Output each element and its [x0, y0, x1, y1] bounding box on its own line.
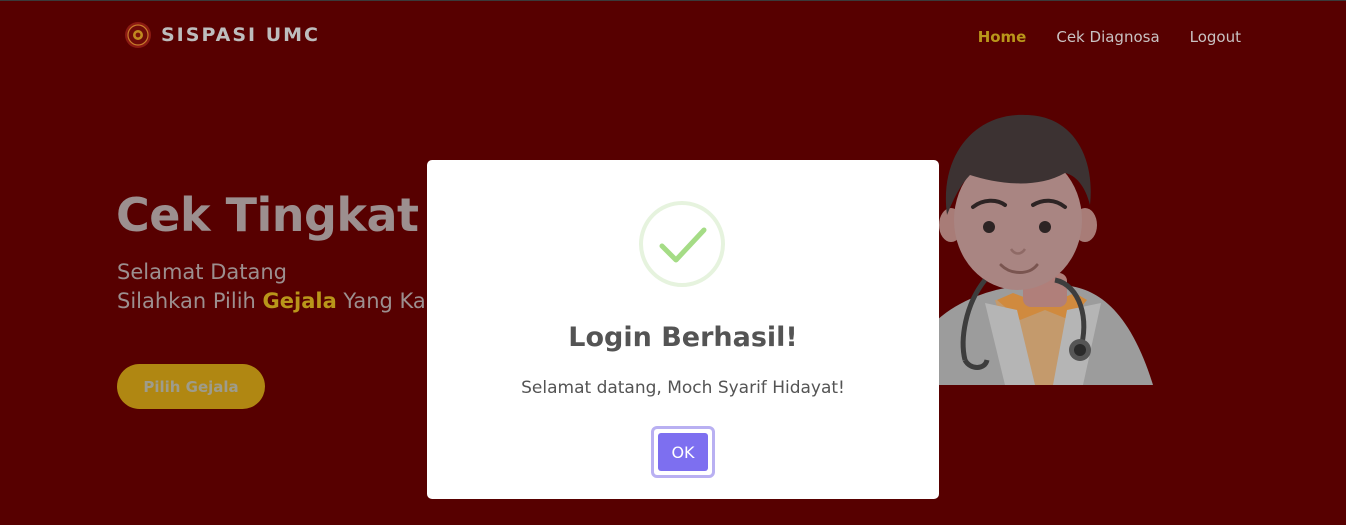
- dialog-message: Selamat datang, Moch Syarif Hidayat!: [521, 378, 845, 398]
- login-success-dialog: Login Berhasil! Selamat datang, Moch Sya…: [427, 160, 939, 499]
- ok-button-focus-ring: OK: [651, 426, 715, 478]
- dialog-title: Login Berhasil!: [568, 322, 798, 353]
- success-check-icon: [639, 201, 725, 287]
- ok-button[interactable]: OK: [658, 433, 708, 471]
